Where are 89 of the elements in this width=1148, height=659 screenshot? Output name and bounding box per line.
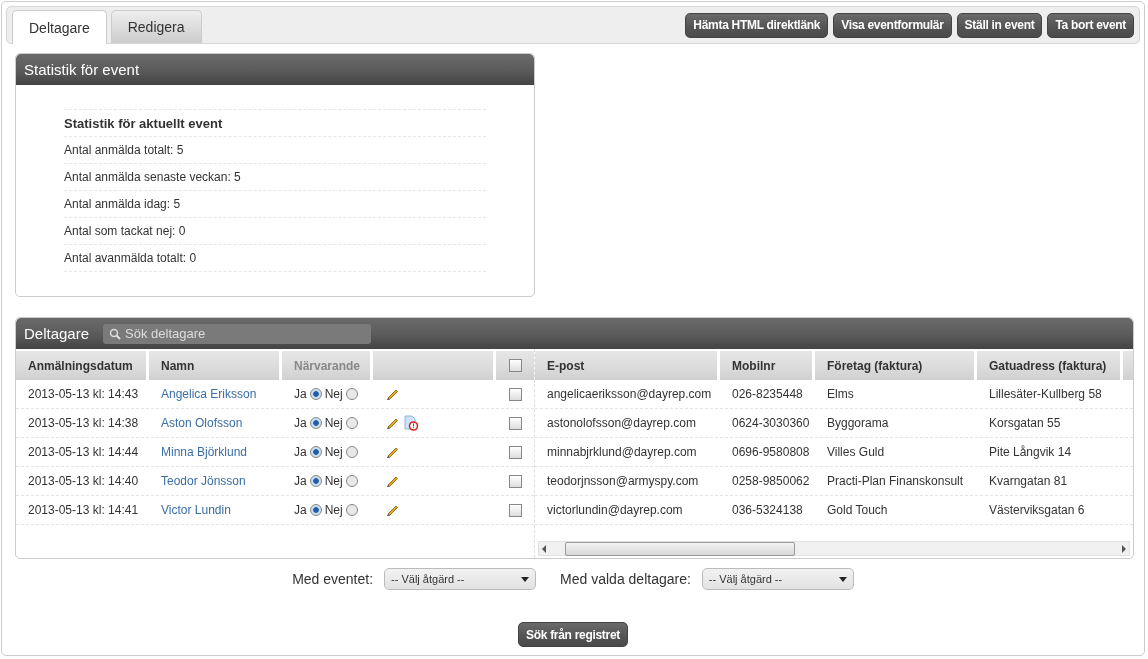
radio-button[interactable] xyxy=(345,388,358,400)
table-cell-text: Västerviksgatan 6 xyxy=(988,502,1086,519)
document-warning-icon[interactable] xyxy=(403,415,419,431)
radio-button[interactable] xyxy=(345,417,358,429)
table-cell-text: 2013-05-13 kl: 14:41 xyxy=(27,502,140,519)
radio-button[interactable] xyxy=(309,446,322,458)
table-cell-text: Elms xyxy=(826,386,855,403)
participant-link[interactable]: Angelica Eriksson xyxy=(161,387,257,401)
radio-label: Ja xyxy=(294,445,307,459)
table-cell-text: Byggorama xyxy=(826,415,890,432)
pencil-icon[interactable] xyxy=(385,416,399,430)
checkbox[interactable] xyxy=(508,416,522,430)
checkbox[interactable] xyxy=(508,387,522,401)
tab[interactable]: Redigera xyxy=(110,10,202,43)
radio-button[interactable] xyxy=(345,446,358,458)
table-cell-text: teodorjnsson@armyspy.com xyxy=(546,473,700,490)
column-header[interactable]: E-post xyxy=(535,351,717,380)
table-cell-text: 2013-05-13 kl: 14:40 xyxy=(27,473,140,490)
table-cell-text: 036-5324138 xyxy=(731,502,804,519)
radio-label: Ja xyxy=(294,503,307,517)
toolbar-button[interactable]: Ställ in event xyxy=(956,12,1043,38)
stats-line: Antal avanmälda totalt: 0 xyxy=(64,251,197,265)
search-registry-button[interactable]: Sök från registret xyxy=(518,622,628,647)
column-header[interactable]: Företag (faktura) xyxy=(815,351,974,380)
radio-button[interactable] xyxy=(309,417,322,429)
column-header[interactable]: Mobilnr xyxy=(720,351,812,380)
tab[interactable]: Deltagare xyxy=(12,10,107,44)
panel-title: Deltagare xyxy=(24,325,90,342)
radio-label: Nej xyxy=(324,474,343,488)
radio-button[interactable] xyxy=(309,388,322,400)
column-header[interactable]: Namn xyxy=(149,351,279,380)
pencil-icon[interactable] xyxy=(385,387,399,401)
radio-label: Nej xyxy=(324,387,343,401)
radio-button[interactable] xyxy=(345,475,358,487)
participant-link[interactable]: Aston Olofsson xyxy=(161,416,243,430)
panel-title: Statistik för event xyxy=(24,61,140,78)
radio-label: Nej xyxy=(324,503,343,517)
table-cell-text: Korsgatan 55 xyxy=(988,415,1062,432)
table-cell-text: 2013-05-13 kl: 14:44 xyxy=(27,444,140,461)
table-cell-text: 0696-9580808 xyxy=(731,444,811,461)
table-cell-text: 2013-05-13 kl: 14:43 xyxy=(27,386,140,403)
checkbox[interactable] xyxy=(508,359,522,372)
radio-label: Ja xyxy=(294,416,307,430)
stats-line: Antal anmälda totalt: 5 xyxy=(64,143,184,157)
table-cell-text: 026-8235448 xyxy=(731,386,804,403)
table-cell-text: astonolofsson@dayrep.com xyxy=(546,415,697,432)
radio-button[interactable] xyxy=(309,504,322,516)
action-dropdown[interactable]: -- Välj åtgärd -- xyxy=(384,568,537,590)
checkbox[interactable] xyxy=(508,474,522,488)
stats-line: Antal som tackat nej: 0 xyxy=(64,224,186,238)
table-cell-text: minnabjrklund@dayrep.com xyxy=(546,444,698,461)
pencil-icon[interactable] xyxy=(385,503,399,517)
table-cell-text: victorlundin@dayrep.com xyxy=(546,502,684,519)
action-label: Med valda deltagare: xyxy=(560,571,691,587)
stats-heading: Statistik för aktuellt event xyxy=(64,115,223,131)
table-cell-text: Villes Guld xyxy=(826,444,886,461)
participant-link[interactable]: Teodor Jönsson xyxy=(161,474,246,488)
radio-label: Ja xyxy=(294,474,307,488)
checkbox[interactable] xyxy=(508,503,522,517)
table-cell-text: 0258-9850062 xyxy=(731,473,811,490)
action-dropdown[interactable]: -- Välj åtgärd -- xyxy=(701,568,854,590)
action-label: Med eventet: xyxy=(292,571,374,587)
radio-label: Ja xyxy=(294,387,307,401)
participant-link[interactable]: Victor Lundin xyxy=(161,503,231,517)
table-cell-text: 2013-05-13 kl: 14:38 xyxy=(27,415,140,432)
radio-label: Nej xyxy=(324,416,343,430)
pencil-icon[interactable] xyxy=(385,474,399,488)
radio-label: Nej xyxy=(324,445,343,459)
table-cell-text: Practi-Plan Finanskonsult xyxy=(826,473,965,490)
stats-line: Antal anmälda senaste veckan: 5 xyxy=(64,170,241,184)
table-cell-text: Kvarngatan 81 xyxy=(988,473,1069,490)
table-cell-text: Lillesäter-Kullberg 58 xyxy=(988,386,1103,403)
stats-line: Antal anmälda idag: 5 xyxy=(64,197,181,211)
column-header[interactable]: Gatuadress (faktura) xyxy=(977,351,1120,380)
search-field[interactable]: Sök deltagare xyxy=(103,323,372,344)
table-cell-text: 0624-3030360 xyxy=(731,415,811,432)
table-cell-text: angelicaeriksson@dayrep.com xyxy=(546,386,713,403)
toolbar-button[interactable]: Ta bort event xyxy=(1047,12,1134,38)
checkbox[interactable] xyxy=(508,445,522,459)
table-cell-text: Gold Touch xyxy=(826,502,889,519)
toolbar-button[interactable]: Hämta HTML direktlänk xyxy=(685,12,829,38)
table-cell-text: Pite Långvik 14 xyxy=(988,444,1073,461)
participant-link[interactable]: Minna Björklund xyxy=(161,445,248,459)
radio-button[interactable] xyxy=(309,475,322,487)
horizontal-scrollbar[interactable] xyxy=(538,541,1130,556)
pencil-icon[interactable] xyxy=(385,445,399,459)
radio-button[interactable] xyxy=(345,504,358,516)
column-header[interactable]: Anmälningsdatum xyxy=(16,351,146,380)
toolbar-button[interactable]: Visa eventformulär xyxy=(833,12,952,38)
